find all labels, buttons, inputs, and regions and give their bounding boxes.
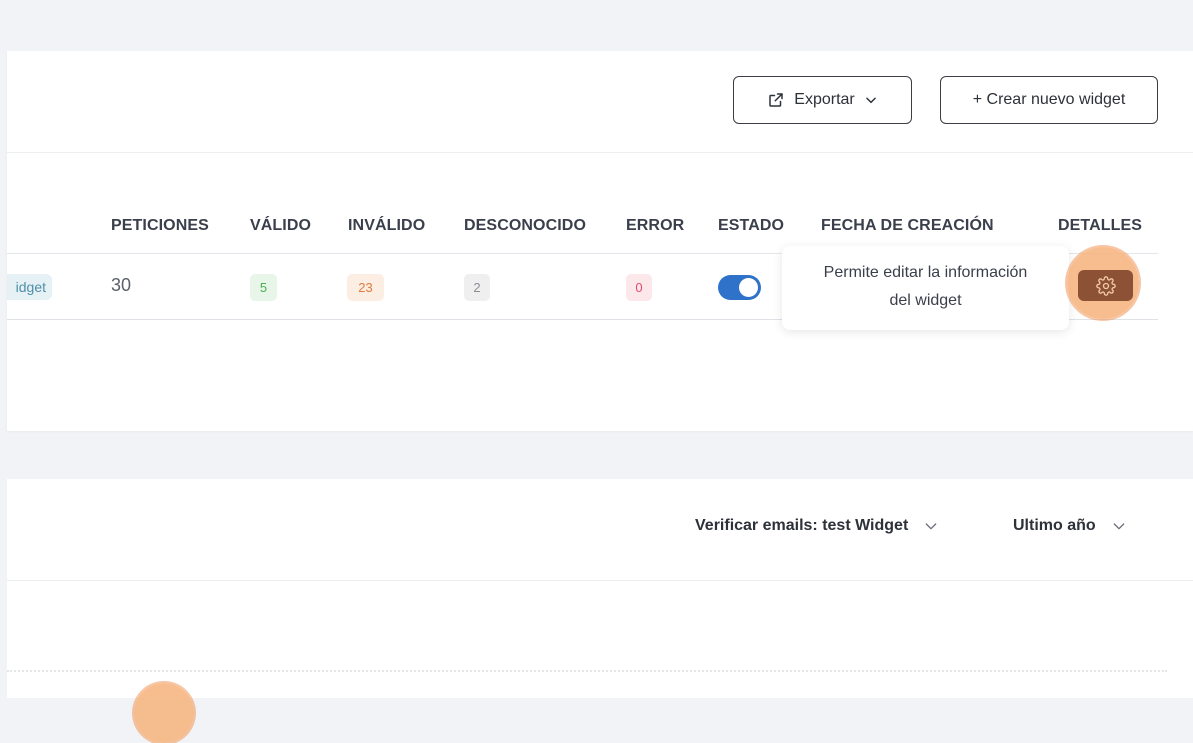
export-button[interactable]: Exportar bbox=[733, 76, 912, 124]
period-select-dropdown[interactable]: Ultimo año bbox=[1013, 517, 1127, 535]
column-header-created-date: FECHA DE CREACIÓN bbox=[821, 217, 994, 234]
chart-filters-bar: Verificar emails: test Widget Ultimo año bbox=[7, 479, 1193, 581]
error-count-badge: 0 bbox=[626, 274, 652, 301]
widgets-toolbar: Exportar + Crear nuevo widget bbox=[7, 51, 1193, 153]
invalid-count-badge: 23 bbox=[347, 274, 384, 301]
period-select-value: Ultimo año bbox=[1013, 517, 1096, 534]
widget-select-dropdown[interactable]: Verificar emails: test Widget bbox=[695, 517, 939, 535]
chart-gridline bbox=[7, 670, 1167, 672]
column-header-details: DETALLES bbox=[1058, 217, 1143, 234]
column-header-invalid: INVÁLIDO bbox=[348, 217, 426, 234]
column-header-requests: PETICIONES bbox=[111, 217, 209, 234]
column-header-status: ESTADO bbox=[718, 217, 785, 234]
create-widget-button[interactable]: + Crear nuevo widget bbox=[940, 76, 1158, 124]
gear-icon bbox=[1095, 275, 1116, 296]
chevron-down-icon bbox=[925, 523, 937, 530]
column-header-unknown: DESCONOCIDO bbox=[464, 217, 586, 234]
tooltip-line-2: del widget bbox=[889, 292, 962, 309]
widgets-card: Exportar + Crear nuevo widget PETICIONES… bbox=[7, 51, 1193, 431]
chevron-down-icon bbox=[865, 97, 876, 104]
requests-count: 30 bbox=[111, 275, 132, 295]
external-link-icon bbox=[769, 93, 784, 107]
chevron-down-icon bbox=[1113, 523, 1125, 530]
chart-card: Verificar emails: test Widget Ultimo año bbox=[7, 479, 1193, 698]
settings-tooltip: Permite editar la información del widget bbox=[782, 246, 1069, 330]
export-label: Exportar bbox=[794, 91, 855, 108]
column-header-error: ERROR bbox=[626, 217, 685, 234]
column-header-valid: VÁLIDO bbox=[250, 217, 312, 234]
highlight-circle bbox=[134, 683, 194, 743]
widget-select-value: Verificar emails: test Widget bbox=[695, 517, 909, 534]
valid-count-badge: 5 bbox=[250, 274, 277, 301]
toggle-knob bbox=[739, 278, 758, 297]
status-toggle[interactable] bbox=[718, 275, 761, 300]
widget-settings-button[interactable] bbox=[1078, 270, 1133, 301]
tooltip-line-1: Permite editar la información bbox=[823, 264, 1028, 281]
create-widget-label: + Crear nuevo widget bbox=[972, 91, 1126, 108]
unknown-count-badge: 2 bbox=[464, 274, 490, 301]
widget-name-tag: idget bbox=[7, 274, 52, 300]
